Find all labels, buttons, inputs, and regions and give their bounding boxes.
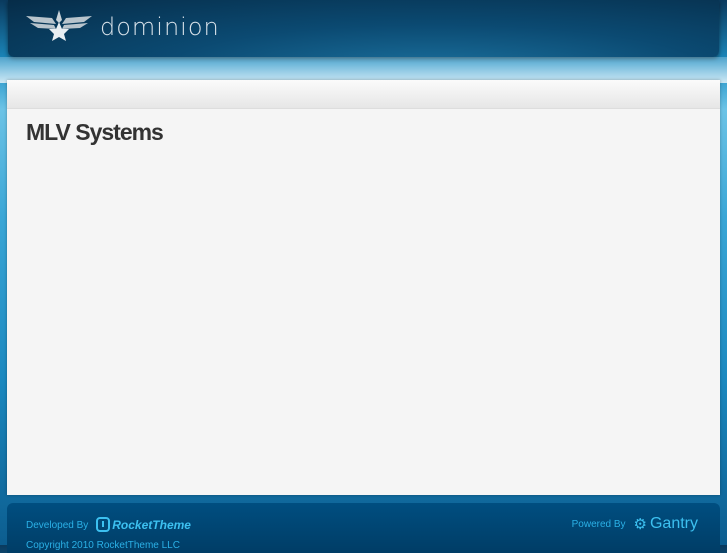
header: dominion xyxy=(8,0,719,57)
content-top-bar xyxy=(7,80,720,109)
page-title: MLV Systems xyxy=(26,119,164,145)
developed-by-label: Developed By xyxy=(26,519,89,531)
footer: Developed By RocketTheme Powered By ⚙ Ga… xyxy=(7,503,720,553)
rocket-icon xyxy=(96,517,111,532)
developed-by: Developed By RocketTheme xyxy=(26,517,191,533)
gantry-text: Gantry xyxy=(649,515,698,532)
logo-text: dominion xyxy=(100,13,220,41)
powered-by-label: Powered By xyxy=(571,518,626,530)
rockettheme-text: RocketTheme xyxy=(112,518,191,532)
main-content: MLV Systems xyxy=(7,80,720,495)
wings-star-icon xyxy=(26,10,92,41)
site-logo[interactable]: dominion xyxy=(26,10,220,44)
gear-icon: ⚙ xyxy=(633,516,647,533)
rockettheme-link[interactable]: RocketTheme xyxy=(96,517,191,533)
powered-by: Powered By ⚙ Gantry xyxy=(572,515,698,533)
copyright: Copyright 2010 RocketTheme LLC xyxy=(26,540,180,551)
gantry-link[interactable]: ⚙ Gantry xyxy=(634,515,698,533)
